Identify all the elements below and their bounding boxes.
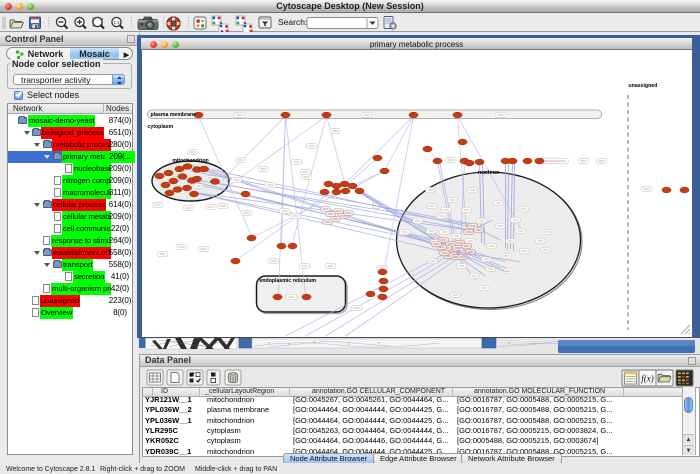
svg-text:cytoplasm: cytoplasm xyxy=(147,124,173,130)
svg-text:Search:: Search: xyxy=(278,17,307,27)
svg-text:endoplasmic reticulum: endoplasmic reticulum xyxy=(259,278,316,284)
svg-text:plasma membrane: plasma membrane xyxy=(150,112,196,118)
svg-text:1:1: 1:1 xyxy=(114,20,120,25)
svg-text:unassigned: unassigned xyxy=(628,83,657,89)
svg-text:mitochondrion: mitochondrion xyxy=(172,158,208,164)
svg-text:f(x): f(x) xyxy=(641,374,654,384)
svg-text:nucleus: nucleus xyxy=(477,170,498,176)
